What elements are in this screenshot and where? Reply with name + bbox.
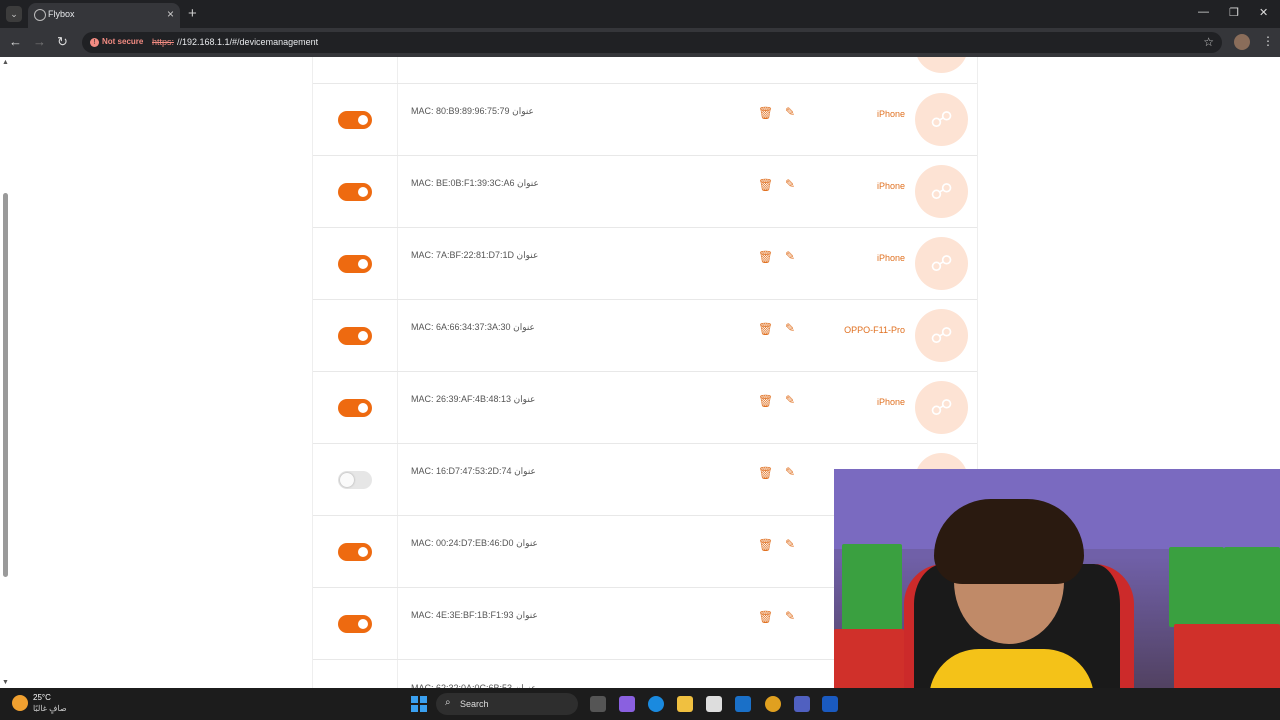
device-name: iPhone [876, 109, 905, 119]
device-name: iPhone [876, 253, 905, 263]
device-name: iPhone [876, 181, 905, 191]
delete-icon[interactable]: 🗑 [758, 250, 773, 264]
bookmark-star-icon[interactable]: ☆ [1203, 35, 1214, 49]
edit-icon[interactable]: ✎ [785, 321, 795, 335]
device-name: iPhone [876, 397, 905, 407]
edit-icon[interactable]: ✎ [785, 537, 795, 551]
device-avatar-icon: ☍ [915, 165, 968, 218]
device-access-toggle[interactable] [338, 471, 372, 489]
device-avatar-icon: ☍ [915, 309, 968, 362]
restore-button[interactable]: ❐ [1229, 6, 1239, 19]
profile-avatar[interactable] [1234, 34, 1250, 50]
device-mac-address: MAC: 16:D7:47:53:2D:74 عنوان [411, 466, 536, 476]
delete-icon[interactable]: 🗑 [758, 466, 773, 480]
delete-icon[interactable]: 🗑 [758, 106, 773, 120]
edit-icon[interactable]: ✎ [785, 609, 795, 623]
device-access-toggle[interactable] [338, 111, 372, 129]
edit-icon[interactable]: ✎ [785, 465, 795, 479]
file-explorer-icon[interactable] [677, 696, 693, 712]
device-mac-address: MAC: 7A:BF:22:81:D7:1D عنوان [411, 250, 539, 260]
device-mac-address: MAC: 4E:3E:BF:1B:F1:93 عنوان [411, 610, 538, 620]
device-access-toggle[interactable] [338, 327, 372, 345]
globe-icon [34, 9, 46, 21]
delete-icon[interactable]: 🗑 [758, 538, 773, 552]
device-mac-address: MAC: 6A:66:34:37:3A:30 عنوان [411, 322, 535, 332]
tab-close-icon[interactable]: × [167, 7, 174, 21]
edit-icon[interactable]: ✎ [785, 105, 795, 119]
device-avatar-icon: ☍ [915, 237, 968, 290]
minimize-button[interactable]: — [1198, 6, 1209, 18]
url-text: //192.168.1.1/#/devicemanagement [177, 37, 319, 47]
security-chip[interactable]: Not secure [102, 37, 143, 46]
device-row: MAC: 6A:66:34:37:3A:30 عنوان 🗑 ✎ OPPO-F11-P… [313, 300, 977, 372]
app-icon[interactable] [822, 696, 838, 712]
store-icon[interactable] [706, 696, 722, 712]
url-input[interactable]: ! Not secure https: //192.168.1.1/#/devi… [82, 32, 1222, 53]
device-access-toggle[interactable] [338, 183, 372, 201]
cereal-box [842, 544, 902, 634]
device-mac-address: MAC: 80:B9:89:96:75:79 عنوان [411, 106, 534, 116]
edit-icon[interactable]: ✎ [785, 177, 795, 191]
device-access-toggle[interactable] [338, 399, 372, 417]
browser-menu-icon[interactable]: ⋮ [1262, 34, 1274, 48]
search-label: Search [460, 699, 489, 709]
tab-bar: ⌄ Flybox × + — ❐ ✕ [0, 0, 1280, 28]
delete-icon[interactable]: 🗑 [758, 610, 773, 624]
url-scheme: https: [152, 37, 175, 47]
outlook-icon[interactable] [735, 696, 751, 712]
tab-title: Flybox [48, 9, 75, 19]
device-mac-address: MAC: 00:24:D7:EB:46:D0 عنوان [411, 538, 538, 548]
scroll-up-arrow[interactable]: ▲ [2, 59, 9, 66]
device-avatar-icon [915, 57, 968, 73]
scroll-down-arrow[interactable]: ▼ [2, 679, 9, 686]
chrome-icon[interactable] [765, 696, 781, 712]
webcam-overlay [834, 469, 1280, 720]
cereal-box [1224, 547, 1280, 627]
device-row: MAC: 26:39:AF:4B:48:13 عنوان 🗑 ✎ iPhone ☍ [313, 372, 977, 444]
windows-taskbar: 25°C صافٍ غالبًا ⌕ Search [0, 688, 1280, 720]
device-access-toggle[interactable] [338, 615, 372, 633]
device-row-partial [313, 57, 977, 84]
device-access-toggle[interactable] [338, 255, 372, 273]
edge-icon[interactable] [648, 696, 664, 712]
device-row: MAC: BE:0B:F1:39:3C:A6 عنوان 🗑 ✎ iPhone ☍ [313, 156, 977, 228]
task-view-icon[interactable] [590, 696, 606, 712]
person-hair [934, 499, 1084, 584]
edit-icon[interactable]: ✎ [785, 393, 795, 407]
search-icon: ⌕ [445, 697, 451, 708]
copilot-icon[interactable] [619, 696, 635, 712]
device-name: OPPO-F11-Pro [844, 325, 905, 335]
tab-search-icon[interactable]: ⌄ [6, 6, 22, 22]
device-mac-address: MAC: 26:39:AF:4B:48:13 عنوان [411, 394, 536, 404]
device-mac-address: MAC: BE:0B:F1:39:3C:A6 عنوان [411, 178, 539, 188]
scrollbar-thumb[interactable] [3, 193, 8, 577]
taskbar-search[interactable]: ⌕ Search [436, 693, 578, 715]
address-bar: ← → ↻ ! Not secure https: //192.168.1.1/… [0, 28, 1280, 57]
cereal-box [1169, 547, 1224, 627]
forward-button[interactable]: → [33, 34, 46, 49]
delete-icon[interactable]: 🗑 [758, 178, 773, 192]
back-button[interactable]: ← [9, 34, 22, 49]
warning-icon: ! [90, 38, 99, 47]
edit-icon[interactable]: ✎ [785, 249, 795, 263]
reload-button[interactable]: ↻ [57, 34, 68, 50]
windows-start-icon[interactable] [411, 696, 427, 712]
weather-icon[interactable] [12, 695, 28, 711]
delete-icon[interactable]: 🗑 [758, 322, 773, 336]
device-row: MAC: 80:B9:89:96:75:79 عنوان 🗑 ✎ iPhone ☍ [313, 84, 977, 156]
device-avatar-icon: ☍ [915, 93, 968, 146]
teams-icon[interactable] [794, 696, 810, 712]
weather-temperature[interactable]: 25°C [33, 693, 51, 702]
weather-description[interactable]: صافٍ غالبًا [33, 704, 67, 713]
device-access-toggle[interactable] [338, 543, 372, 561]
device-avatar-icon: ☍ [915, 381, 968, 434]
window-close-button[interactable]: ✕ [1259, 6, 1268, 19]
tab-flybox[interactable]: Flybox × [28, 3, 180, 28]
delete-icon[interactable]: 🗑 [758, 394, 773, 408]
new-tab-button[interactable]: + [188, 5, 197, 22]
device-row: MAC: 7A:BF:22:81:D7:1D عنوان 🗑 ✎ iPhone ☍ [313, 228, 977, 300]
